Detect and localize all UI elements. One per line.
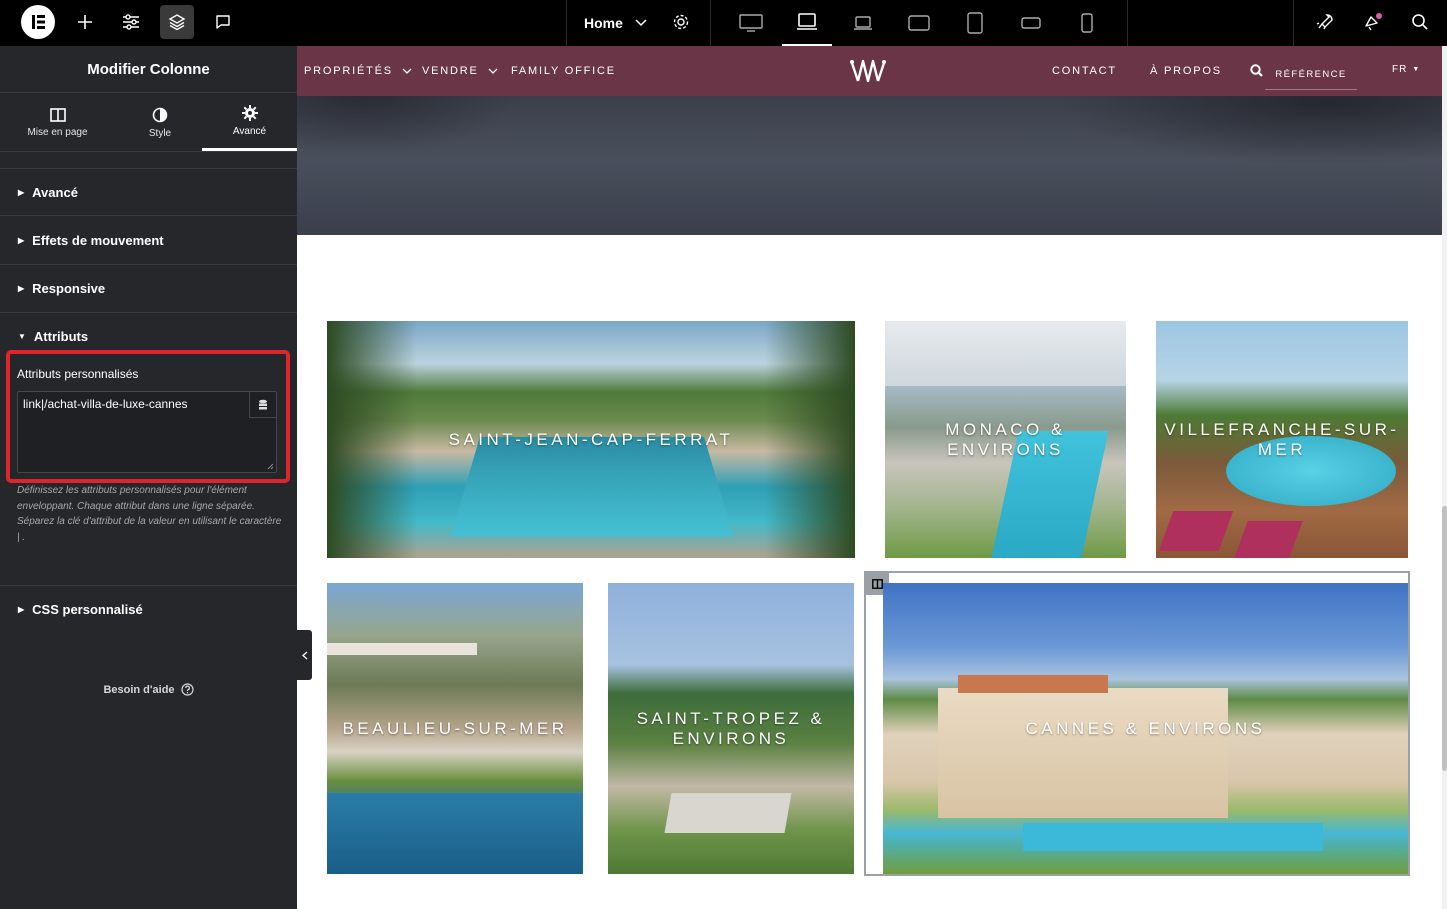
comment-icon[interactable] xyxy=(206,5,240,39)
editor-topbar: Home xyxy=(0,0,1447,46)
tile-label: SAINT-TROPEZ & ENVIRONS xyxy=(636,708,826,748)
tile-monaco-environs[interactable]: MONACO & ENVIRONS xyxy=(885,321,1126,558)
hero-image xyxy=(297,96,1442,235)
section-avance[interactable]: ▶ Avancé xyxy=(0,168,297,215)
nav-item-proprietes[interactable]: PROPRIÉTÉS xyxy=(304,46,412,96)
section-effets-de-mouvement[interactable]: ▶ Effets de mouvement xyxy=(0,215,297,264)
nav-label: PROPRIÉTÉS xyxy=(304,65,393,77)
resize-handle-icon[interactable] xyxy=(267,463,274,470)
nav-item-contact[interactable]: CONTACT xyxy=(1052,46,1117,96)
nav-item-a-propos[interactable]: À PROPOS xyxy=(1150,46,1222,96)
search-placeholder: RÉFÉRENCE xyxy=(1275,69,1347,80)
tab-label: Style xyxy=(148,127,172,139)
caret-down-icon: ▼ xyxy=(1412,65,1421,73)
help-link-label: Besoin d'aide xyxy=(103,683,175,696)
reference-search-input[interactable]: RÉFÉRENCE xyxy=(1265,60,1357,90)
dynamic-tags-icon[interactable] xyxy=(249,392,276,418)
section-label: Effets de mouvement xyxy=(32,232,164,248)
tab-mise-en-page[interactable]: Mise en page xyxy=(0,94,115,151)
laptop-icon[interactable] xyxy=(782,0,832,46)
tab-label: Avancé xyxy=(232,126,267,137)
caret-right-icon: ▶ xyxy=(18,187,25,197)
tab-avance[interactable]: Avancé xyxy=(202,94,297,151)
tile-beaulieu-sur-mer[interactable]: BEAULIEU-SUR-MER xyxy=(327,583,583,874)
panel-title: Modifier Colonne xyxy=(0,46,297,93)
help-link[interactable]: Besoin d'aide xyxy=(0,683,297,696)
crown-logo-icon[interactable] xyxy=(849,57,887,85)
chevron-down-icon xyxy=(635,19,647,27)
search-icon[interactable] xyxy=(1403,5,1437,39)
tablet-portrait-icon[interactable] xyxy=(950,0,1000,46)
caret-right-icon: ▶ xyxy=(18,284,25,293)
gear-icon xyxy=(241,105,258,121)
section-label: CSS personnalisé xyxy=(32,601,143,617)
laptop-small-icon[interactable] xyxy=(838,0,888,46)
elementor-logo-icon[interactable] xyxy=(21,5,55,39)
tile-label: MONACO & ENVIRONS xyxy=(945,419,1066,459)
rocket-icon[interactable] xyxy=(1308,5,1342,39)
tile-label: CANNES & ENVIRONS xyxy=(1025,718,1266,738)
tile-saint-jean-cap-ferrat[interactable]: SAINT-JEAN-CAP-FERRAT xyxy=(327,321,855,558)
question-icon xyxy=(180,683,194,696)
section-responsive[interactable]: ▶ Responsive xyxy=(0,264,297,312)
nav-label: À PROPOS xyxy=(1150,65,1222,77)
caret-right-icon: ▶ xyxy=(18,604,25,614)
chevron-down-icon xyxy=(402,68,412,74)
nav-item-family-office[interactable]: FAMILY OFFICE xyxy=(511,46,616,96)
nav-item-vendre[interactable]: VENDRE xyxy=(422,46,498,96)
nav-label: CONTACT xyxy=(1052,65,1117,77)
section-label: Attributs xyxy=(33,329,89,344)
mobile-portrait-icon[interactable] xyxy=(1062,0,1112,46)
tile-label: SAINT-JEAN-CAP-FERRAT xyxy=(448,429,734,449)
language-label: FR xyxy=(1392,63,1408,75)
section-label: Responsive xyxy=(32,281,106,296)
contrast-icon xyxy=(152,107,168,122)
page-selector-label: Home xyxy=(584,15,623,31)
sliders-icon[interactable] xyxy=(114,5,148,39)
tile-saint-tropez-environs[interactable]: SAINT-TROPEZ & ENVIRONS xyxy=(608,583,854,874)
tab-style[interactable]: Style xyxy=(115,94,205,151)
nav-label: VENDRE xyxy=(422,65,479,77)
desktop-icon[interactable] xyxy=(726,0,776,46)
tile-label: VILLEFRANCHE-SUR-MER xyxy=(1164,419,1400,459)
columns-icon xyxy=(49,107,66,122)
site-nav: PROPRIÉTÉS VENDRE FAMILY OFFICE CONTACT … xyxy=(297,46,1442,96)
editor-panel: Modifier Colonne Mise en page Style Avan… xyxy=(0,46,297,909)
tile-villefranche-sur-mer[interactable]: VILLEFRANCHE-SUR-MER xyxy=(1156,321,1408,558)
caret-right-icon: ▶ xyxy=(18,235,25,245)
chevron-down-icon xyxy=(488,68,498,74)
tablet-landscape-icon[interactable] xyxy=(894,0,944,46)
tab-label: Mise en page xyxy=(27,126,88,138)
page-selector[interactable]: Home xyxy=(584,0,647,46)
tile-label: BEAULIEU-SUR-MER xyxy=(342,718,568,738)
attributes-help-text: Définissez les attributs personnalisés p… xyxy=(17,485,282,543)
attributes-label: Attributs personnalisés xyxy=(17,367,139,381)
settings-gear-icon[interactable] xyxy=(664,5,698,39)
attributes-textarea[interactable]: link|/achat-villa-de-luxe-cannes xyxy=(17,391,277,473)
layers-icon[interactable] xyxy=(160,5,194,39)
notifications-icon[interactable] xyxy=(1356,5,1390,39)
scrollbar[interactable] xyxy=(1442,46,1447,909)
section-css-personnalise[interactable]: ▶ CSS personnalisé xyxy=(0,585,297,632)
attributes-value: link|/achat-villa-de-luxe-cannes xyxy=(23,397,188,411)
chevron-left-icon xyxy=(301,651,307,659)
caret-down-icon: ▼ xyxy=(18,332,26,341)
language-selector[interactable]: FR ▼ xyxy=(1392,46,1420,92)
section-label: Avancé xyxy=(32,184,78,200)
add-icon[interactable] xyxy=(68,5,102,39)
collapse-panel-button[interactable] xyxy=(297,630,312,680)
mobile-landscape-icon[interactable] xyxy=(1006,0,1056,46)
scrollbar-thumb[interactable] xyxy=(1442,506,1447,771)
site-preview: PROPRIÉTÉS VENDRE FAMILY OFFICE CONTACT … xyxy=(297,46,1442,909)
nav-label: FAMILY OFFICE xyxy=(511,65,616,77)
tile-cannes-environs[interactable]: CANNES & ENVIRONS xyxy=(883,583,1408,874)
search-icon[interactable] xyxy=(1250,64,1263,77)
